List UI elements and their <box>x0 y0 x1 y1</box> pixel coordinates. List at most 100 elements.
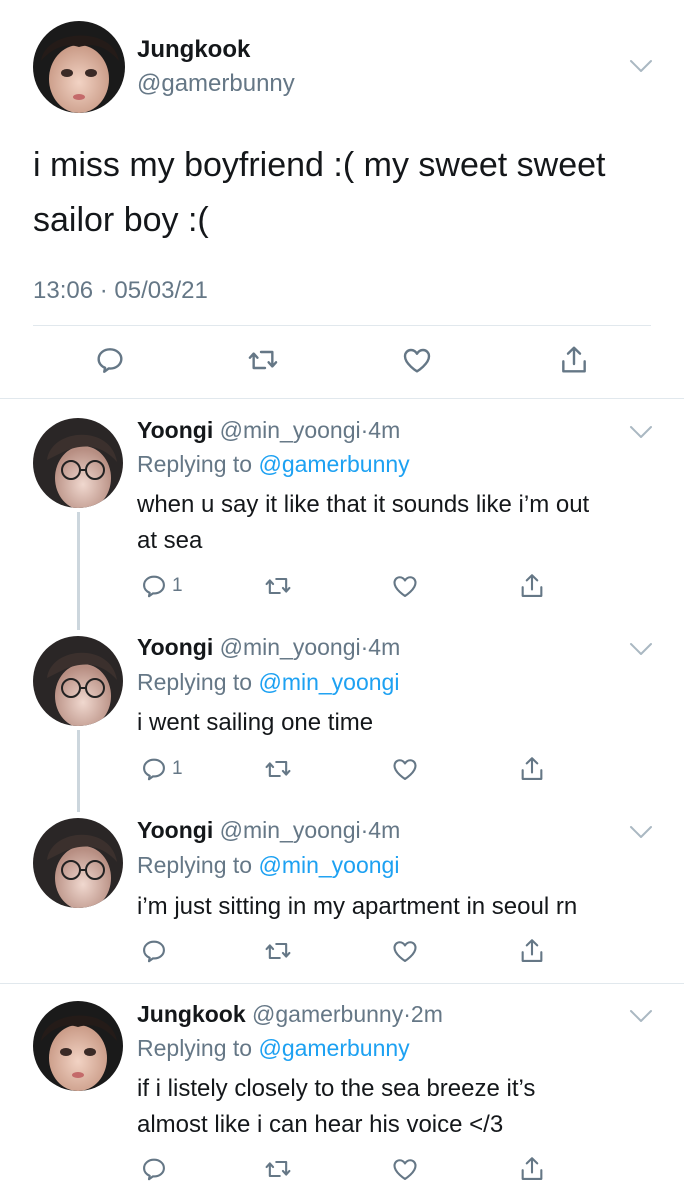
retweet-icon <box>264 937 292 965</box>
share-icon <box>518 937 546 965</box>
reply-text-line: i’m just sitting in my apartment in seou… <box>137 893 578 920</box>
share-icon <box>518 572 546 600</box>
reply-time[interactable]: 2m <box>411 1001 443 1027</box>
retweet-icon <box>264 1155 292 1183</box>
divider <box>0 983 684 984</box>
author-handle[interactable]: @gamerbunny <box>137 70 295 98</box>
avatar-jungkook[interactable] <box>33 1001 123 1091</box>
chevron-down-icon[interactable] <box>628 1008 654 1024</box>
chevron-down-icon[interactable] <box>628 58 654 74</box>
share-button[interactable] <box>518 1155 546 1183</box>
replying-to-prefix: Replying to <box>137 669 253 695</box>
reply-text-line: i went sailing one time <box>137 709 374 736</box>
reply-header: Jungkook @gamerbunny·2m <box>137 1001 443 1028</box>
retweet-button[interactable] <box>264 937 292 965</box>
reply-text-line: if i listely closely to the sea breeze i… <box>137 1075 536 1102</box>
heart-icon <box>391 755 419 783</box>
reply-text: i went sailing one time <box>137 705 373 741</box>
reply-button[interactable] <box>140 937 168 965</box>
reply-icon <box>140 572 168 600</box>
like-button[interactable] <box>401 344 433 376</box>
replying-to-mention[interactable]: @gamerbunny <box>258 1035 409 1061</box>
reply-header: Yoongi @min_yoongi·4m <box>137 634 400 661</box>
replying-to: Replying to @min_yoongi <box>137 669 399 696</box>
reply-button[interactable] <box>94 344 126 376</box>
replying-to-mention[interactable]: @gamerbunny <box>258 451 409 477</box>
heart-icon <box>391 937 419 965</box>
replying-to: Replying to @gamerbunny <box>137 1035 410 1062</box>
reply-author-handle[interactable]: @gamerbunny <box>252 1001 403 1027</box>
reply-count: 1 <box>172 575 183 596</box>
reply-button[interactable]: 1 <box>140 572 183 600</box>
reply-text-line: almost like i can hear his voice </3 <box>137 1111 504 1138</box>
replying-to-prefix: Replying to <box>137 1035 253 1061</box>
reply-icon <box>94 344 126 376</box>
tweet-text: i miss my boyfriend :( my sweet sweet sa… <box>33 138 605 248</box>
reply-header: Yoongi @min_yoongi·4m <box>137 817 400 844</box>
reply-header: Yoongi @min_yoongi·4m <box>137 417 400 444</box>
replying-to-mention[interactable]: @min_yoongi <box>258 852 399 878</box>
divider <box>0 398 684 399</box>
like-button[interactable] <box>391 937 419 965</box>
share-button[interactable] <box>518 572 546 600</box>
tweet-text-line: i miss my boyfriend :( my sweet sweet <box>33 146 606 184</box>
reply-button[interactable]: 1 <box>140 755 183 783</box>
avatar-yoongi[interactable] <box>33 636 123 726</box>
share-button[interactable] <box>558 344 590 376</box>
replying-to-mention[interactable]: @min_yoongi <box>258 669 399 695</box>
thread-line <box>77 512 80 630</box>
reply-time[interactable]: 4m <box>368 417 400 443</box>
share-button[interactable] <box>518 755 546 783</box>
chevron-down-icon[interactable] <box>628 641 654 657</box>
reply-time[interactable]: 4m <box>368 817 400 843</box>
retweet-icon <box>247 344 279 376</box>
reply-author-handle[interactable]: @min_yoongi <box>220 417 361 443</box>
chevron-down-icon[interactable] <box>628 424 654 440</box>
reply-author-name[interactable]: Yoongi <box>137 417 213 443</box>
like-button[interactable] <box>391 755 419 783</box>
like-button[interactable] <box>391 1155 419 1183</box>
reply-text: if i listely closely to the sea breeze i… <box>137 1071 535 1143</box>
tweet-text-line: sailor boy :( <box>33 201 209 239</box>
replying-to-prefix: Replying to <box>137 451 253 477</box>
reply-author-name[interactable]: Jungkook <box>137 1001 246 1027</box>
retweet-icon <box>264 755 292 783</box>
reply-author-name[interactable]: Yoongi <box>137 817 213 843</box>
avatar-yoongi[interactable] <box>33 818 123 908</box>
heart-icon <box>391 572 419 600</box>
share-icon <box>518 755 546 783</box>
reply-icon <box>140 755 168 783</box>
header-separator: · <box>403 1001 411 1027</box>
reply-author-name[interactable]: Yoongi <box>137 634 213 660</box>
heart-icon <box>401 344 433 376</box>
retweet-button[interactable] <box>264 755 292 783</box>
share-icon <box>558 344 590 376</box>
chevron-down-icon[interactable] <box>628 824 654 840</box>
tweet-timestamp[interactable]: 13:06 · 05/03/21 <box>33 277 208 305</box>
reply-icon <box>140 1155 168 1183</box>
replying-to: Replying to @min_yoongi <box>137 852 399 879</box>
reply-time[interactable]: 4m <box>368 634 400 660</box>
reply-count: 1 <box>172 758 183 779</box>
reply-author-handle[interactable]: @min_yoongi <box>220 634 361 660</box>
reply-text: when u say it like that it sounds like i… <box>137 487 589 559</box>
replying-to: Replying to @gamerbunny <box>137 451 410 478</box>
heart-icon <box>391 1155 419 1183</box>
share-icon <box>518 1155 546 1183</box>
reply-icon <box>140 937 168 965</box>
share-button[interactable] <box>518 937 546 965</box>
divider <box>33 325 651 326</box>
retweet-button[interactable] <box>247 344 279 376</box>
reply-author-handle[interactable]: @min_yoongi <box>220 817 361 843</box>
reply-text-line: at sea <box>137 527 203 554</box>
avatar-yoongi[interactable] <box>33 418 123 508</box>
reply-text: i’m just sitting in my apartment in seou… <box>137 889 577 925</box>
like-button[interactable] <box>391 572 419 600</box>
retweet-button[interactable] <box>264 572 292 600</box>
replying-to-prefix: Replying to <box>137 852 253 878</box>
retweet-icon <box>264 572 292 600</box>
avatar-jungkook[interactable] <box>33 21 125 113</box>
retweet-button[interactable] <box>264 1155 292 1183</box>
reply-button[interactable] <box>140 1155 168 1183</box>
author-name[interactable]: Jungkook <box>137 36 250 64</box>
